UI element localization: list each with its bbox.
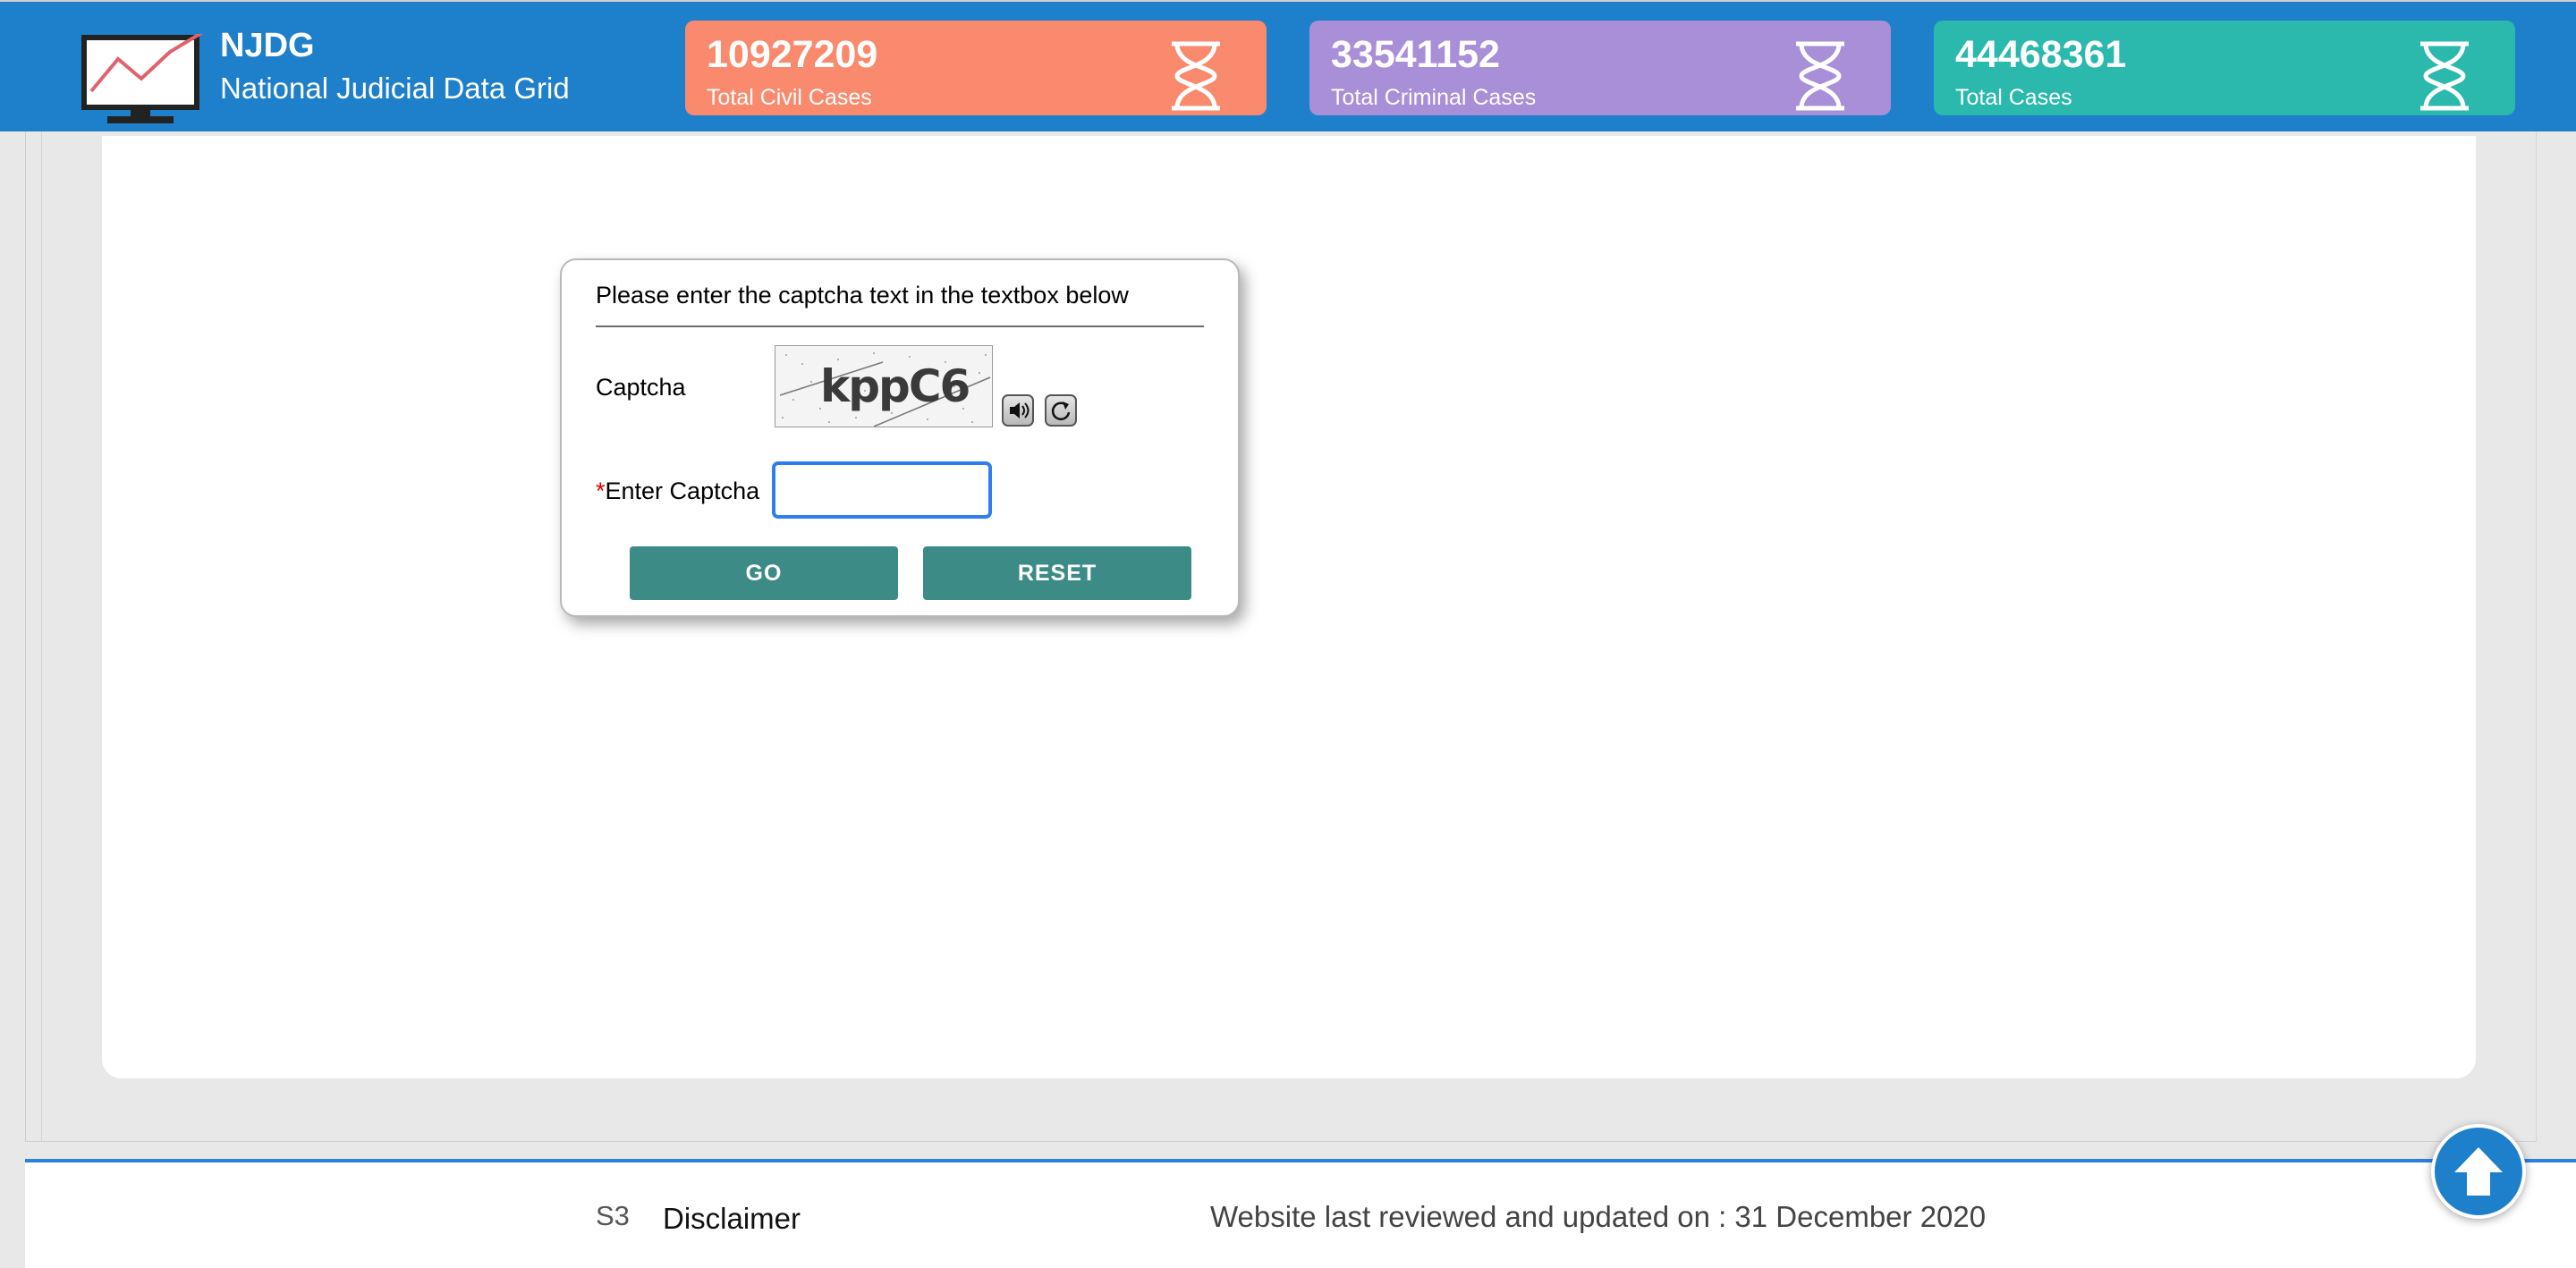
stat-label: Total Cases — [1955, 85, 2072, 110]
hourglass-icon — [1172, 41, 1220, 111]
last-updated-text: Website last reviewed and updated on : 3… — [1210, 1200, 1987, 1233]
page-footer: S3 Disclaimer Website last reviewed and … — [25, 1159, 2576, 1268]
enter-captcha-label: *Enter Captcha — [596, 478, 759, 505]
captcha-text: kppC6 — [820, 360, 970, 412]
speaker-icon — [1010, 402, 1030, 418]
monitor-chart-icon — [80, 23, 216, 127]
captcha-image: kppC6 — [775, 345, 993, 427]
hourglass-icon — [2420, 41, 2469, 111]
main-content-card: Please enter the captcha text in the tex… — [102, 136, 2476, 1078]
top-header: NJDG National Judicial Data Grid 1092720… — [0, 0, 2576, 131]
scroll-top-button[interactable] — [2431, 1124, 2526, 1219]
captcha-instruction: Please enter the captcha text in the tex… — [596, 282, 1129, 309]
required-marker: * — [596, 478, 606, 504]
stat-label: Total Criminal Cases — [1331, 85, 1537, 110]
go-button[interactable]: GO — [630, 546, 898, 600]
divider — [596, 325, 1204, 327]
brand-subtitle: National Judicial Data Grid — [220, 72, 570, 105]
enter-captcha-text: Enter Captcha — [605, 478, 760, 504]
captcha-input[interactable] — [772, 461, 992, 519]
stat-value: 44468361 — [1955, 33, 2127, 76]
reset-button[interactable]: RESET — [923, 546, 1191, 600]
stat-card-civil[interactable]: 10927209 Total Civil Cases — [685, 21, 1267, 115]
s3-logo[interactable]: S3 — [596, 1200, 630, 1232]
stat-card-criminal[interactable]: 33541152 Total Criminal Cases — [1309, 21, 1891, 115]
stat-value: 10927209 — [707, 33, 878, 76]
stat-value: 33541152 — [1331, 33, 1500, 76]
captcha-audio-button[interactable] — [1002, 394, 1034, 427]
disclaimer-link[interactable]: Disclaimer — [663, 1202, 801, 1236]
captcha-refresh-button[interactable] — [1045, 394, 1077, 427]
brand-title: NJDG — [220, 27, 315, 64]
stat-card-total[interactable]: 44468361 Total Cases — [1934, 21, 2515, 115]
captcha-dialog: Please enter the captcha text in the tex… — [560, 258, 1240, 617]
stat-label: Total Civil Cases — [707, 85, 872, 110]
captcha-label: Captcha — [596, 374, 686, 401]
hourglass-icon — [1796, 41, 1844, 111]
refresh-icon — [1051, 402, 1071, 420]
arrow-up-icon — [2454, 1147, 2503, 1196]
